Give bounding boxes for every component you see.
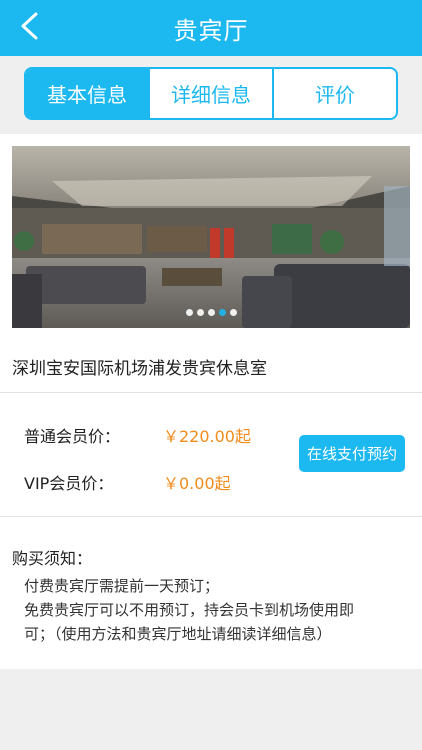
- tab-detail-info[interactable]: 详细信息: [148, 69, 272, 118]
- carousel-dot[interactable]: [207, 309, 215, 316]
- lounge-photo-carousel[interactable]: [12, 146, 410, 328]
- tab-bar: 基本信息 详细信息 评价: [24, 67, 398, 120]
- carousel-dot[interactable]: [229, 309, 237, 316]
- notice-line: 免费贵宾厅可以不用预订，持会员卡到机场使用即: [24, 601, 355, 619]
- carousel-indicator: [12, 309, 410, 316]
- lounge-photo: [12, 146, 410, 328]
- notice-line: 可；（使用方法和贵宾厅地址请细读详细信息）: [24, 625, 332, 643]
- online-pay-reserve-button[interactable]: 在线支付预约: [299, 435, 405, 472]
- tab-bar-container: 基本信息 详细信息 评价: [0, 56, 422, 134]
- vip-member-price-label: VIP会员价：: [24, 474, 114, 493]
- chevron-left-icon: [19, 11, 39, 45]
- carousel-dot[interactable]: [196, 309, 204, 316]
- app-header: 贵宾厅: [0, 0, 422, 56]
- carousel-dot-active[interactable]: [218, 309, 226, 316]
- regular-member-price-label: 普通会员价：: [24, 427, 121, 446]
- notice-line: 付费贵宾厅需提前一天预订；: [24, 577, 220, 595]
- lounge-name: 深圳宝安国际机场浦发贵宾休息室: [12, 359, 267, 379]
- purchase-notice: 购买须知： 付费贵宾厅需提前一天预订； 免费贵宾厅可以不用预订，持会员卡到机场使…: [0, 517, 422, 669]
- carousel-dot[interactable]: [185, 309, 193, 316]
- back-button[interactable]: [14, 10, 44, 46]
- tab-basic-info[interactable]: 基本信息: [26, 69, 148, 118]
- price-section: 普通会员价： ￥220.00起 VIP会员价： ￥0.00起 在线支付预约: [0, 393, 422, 516]
- notice-title: 购买须知：: [12, 549, 93, 568]
- page-title: 贵宾厅: [173, 16, 249, 45]
- tab-reviews[interactable]: 评价: [272, 69, 396, 118]
- vip-member-price-value: ￥0.00起: [163, 474, 231, 493]
- regular-member-price-value: ￥220.00起: [163, 427, 251, 446]
- lounge-card: 深圳宝安国际机场浦发贵宾休息室: [0, 134, 422, 392]
